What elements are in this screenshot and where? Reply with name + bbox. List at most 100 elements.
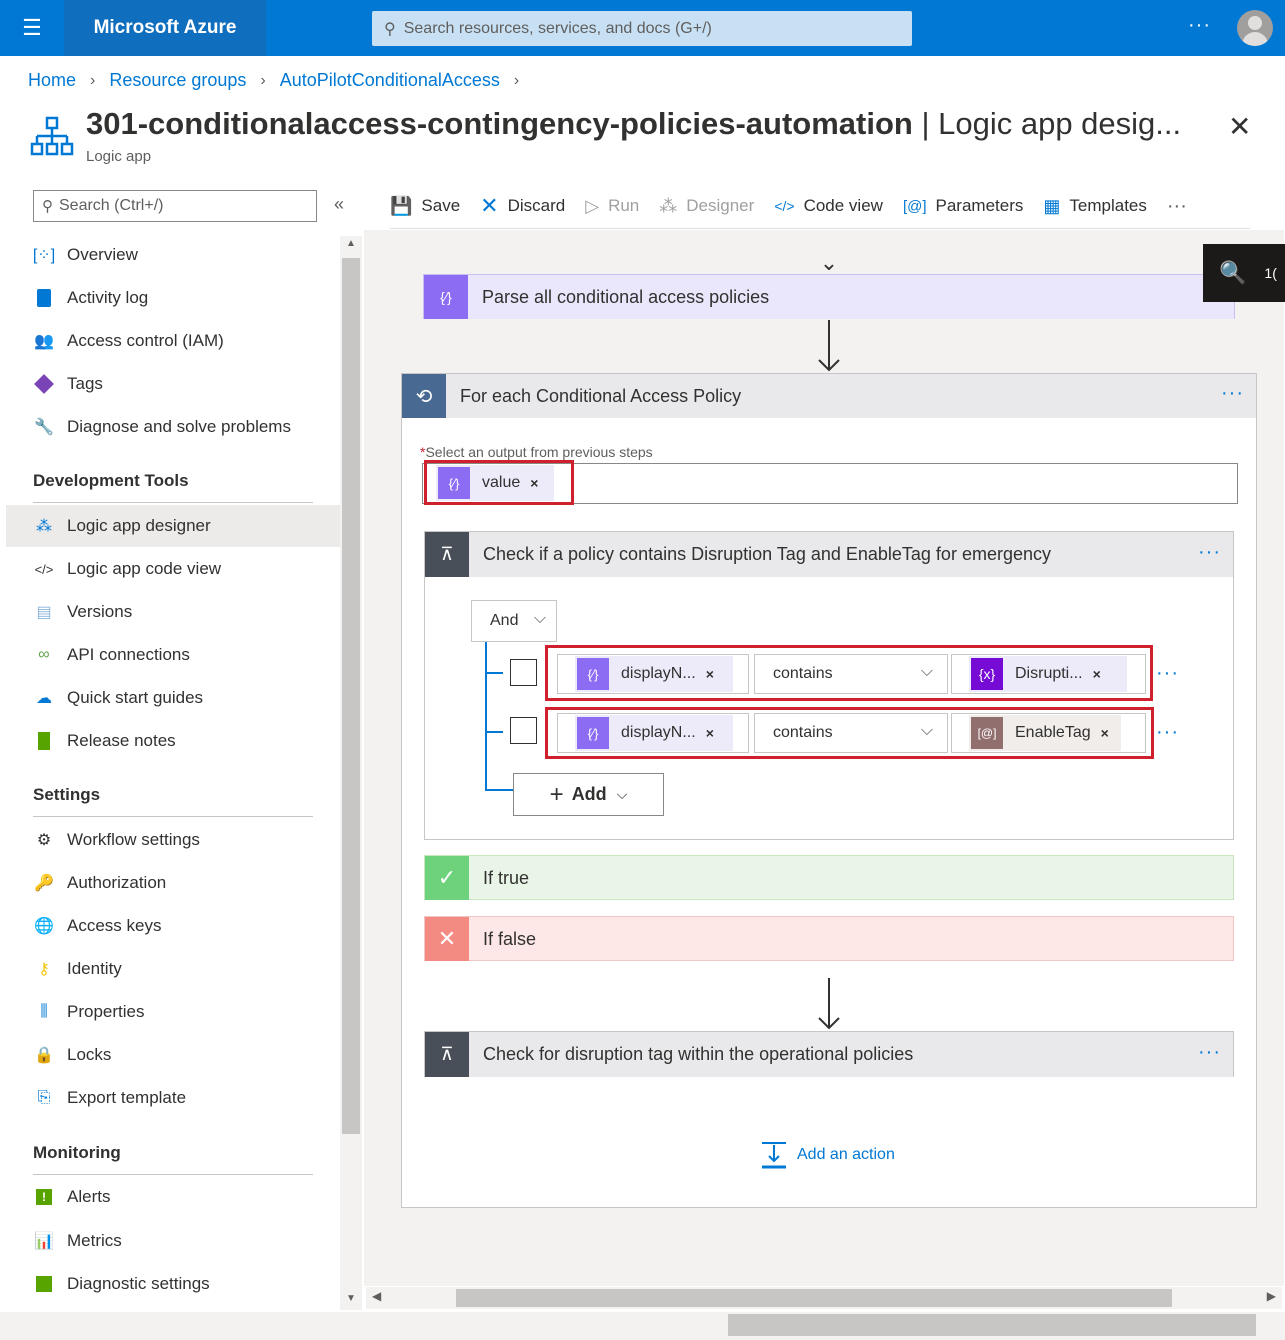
sidebar-item-release-notes[interactable]: Release notes	[6, 720, 340, 762]
discard-button[interactable]: ✕ Discard	[480, 193, 565, 219]
if-true-branch[interactable]: ✓ If true	[424, 855, 1234, 900]
scroll-right-icon[interactable]: ▶	[1267, 1289, 1276, 1303]
parse-step-header: {⁄} Parse all conditional access policie…	[424, 275, 1234, 319]
hamburger-menu-icon[interactable]: ☰	[0, 0, 64, 56]
scroll-up-icon[interactable]: ▲	[346, 238, 356, 249]
sidebar-item-properties[interactable]: ⫼ Properties	[6, 991, 340, 1033]
check-disruption-title: Check for disruption tag within the oper…	[483, 1044, 914, 1064]
logic-app-icon	[30, 116, 74, 156]
global-search-box[interactable]: ⚲	[372, 11, 912, 46]
if-true-header: ✓ If true	[425, 856, 1233, 900]
sidebar-item-diagnose[interactable]: 🔧 Diagnose and solve problems	[6, 406, 340, 448]
designer-icon: ⁂	[659, 195, 678, 216]
chevron-right-icon: ›	[260, 71, 266, 89]
top-more-button[interactable]: ···	[1188, 14, 1211, 37]
chevron-right-icon: ›	[513, 71, 520, 89]
sidebar-item-alerts[interactable]: ! Alerts	[6, 1176, 340, 1218]
if-false-branch[interactable]: ✕ If false	[424, 916, 1234, 961]
close-icon[interactable]: ✕	[1228, 110, 1251, 143]
row-more-button[interactable]: ···	[1156, 721, 1179, 744]
scroll-left-icon[interactable]: ◀	[372, 1289, 381, 1303]
global-search-input[interactable]	[403, 19, 884, 38]
sidebar-item-versions[interactable]: ▤ Versions	[6, 591, 340, 633]
condition-step-header[interactable]: ⊼ Check if a policy contains Disruption …	[425, 532, 1233, 577]
zoom-level: 1(	[1264, 265, 1277, 281]
flow-arrow-icon: ⌄	[819, 250, 839, 275]
run-icon: ▷	[585, 195, 600, 216]
brand-logo[interactable]: Microsoft Azure	[64, 0, 266, 56]
discard-icon: ✕	[480, 193, 499, 218]
search-icon: ⚲	[42, 198, 53, 215]
parameters-icon: [@]	[902, 197, 927, 215]
flow-arrow-icon	[818, 978, 840, 1030]
sidebar-item-iam[interactable]: 👥 Access control (IAM)	[6, 320, 340, 362]
foreach-step-header[interactable]: ⟲ For each Conditional Access Policy ···	[402, 374, 1256, 418]
and-or-select[interactable]: And ⌵	[471, 600, 557, 642]
condition-icon: ⊼	[425, 1032, 469, 1077]
scrollbar-thumb[interactable]	[456, 1289, 1172, 1307]
highlight-box	[424, 460, 574, 505]
tree-line	[485, 731, 503, 733]
designer-button[interactable]: ⁂ Designer	[659, 196, 754, 217]
tag-icon	[33, 373, 55, 395]
sidebar-item-code-view[interactable]: </> Logic app code view	[6, 548, 340, 590]
toolbar-more-button[interactable]: ···	[1167, 195, 1187, 218]
sidebar-item-locks[interactable]: 🔒 Locks	[6, 1034, 340, 1076]
canvas-horizontal-scrollbar[interactable]: ◀ ▶	[366, 1287, 1282, 1309]
code-view-button[interactable]: </> Code view	[774, 196, 883, 216]
run-button[interactable]: ▷ Run	[585, 196, 639, 217]
sidebar-item-logic-app-designer[interactable]: ⁂ Logic app designer	[6, 505, 340, 547]
check-disruption-step-card[interactable]: ⊼ Check for disruption tag within the op…	[424, 1031, 1234, 1077]
sidebar-item-authorization[interactable]: 🔑 Authorization	[6, 862, 340, 904]
divider	[390, 228, 1250, 229]
close-icon: ✕	[425, 917, 469, 961]
row-more-button[interactable]: ···	[1156, 662, 1179, 685]
templates-button[interactable]: ▦ Templates	[1043, 196, 1147, 217]
avatar[interactable]	[1237, 10, 1273, 46]
activity-log-icon	[33, 287, 55, 309]
condition-more-button[interactable]: ···	[1198, 541, 1221, 564]
zoom-control[interactable]: 🔍 1(	[1203, 244, 1285, 302]
foreach-more-button[interactable]: ···	[1221, 382, 1244, 405]
add-condition-button[interactable]: + Add ⌵	[513, 773, 664, 816]
sidebar-item-identity[interactable]: ⚷ Identity	[6, 948, 340, 990]
scrollbar-thumb[interactable]	[342, 258, 360, 1134]
zoom-in-icon[interactable]: 🔍	[1219, 260, 1246, 286]
breadcrumb-resource-group[interactable]: AutoPilotConditionalAccess	[280, 70, 500, 91]
scroll-down-icon[interactable]: ▼	[346, 1293, 356, 1304]
search-icon: ⚲	[384, 20, 396, 38]
if-false-header: ✕ If false	[425, 917, 1233, 961]
parse-step-card[interactable]: {⁄} Parse all conditional access policie…	[423, 274, 1235, 319]
iam-icon: 👥	[34, 333, 54, 350]
sidebar-item-workflow-settings[interactable]: ⚙ Workflow settings	[6, 819, 340, 861]
breadcrumb: Home › Resource groups › AutoPilotCondit…	[28, 70, 533, 91]
parse-json-icon: {⁄}	[424, 275, 468, 319]
add-action-button[interactable]: Add an action	[760, 1141, 895, 1169]
sidebar-search-input[interactable]	[59, 197, 299, 215]
condition-step-title: Check if a policy contains Disruption Ta…	[483, 544, 1051, 564]
breadcrumb-home[interactable]: Home	[28, 70, 76, 91]
sidebar-item-metrics[interactable]: 📊 Metrics	[6, 1220, 340, 1262]
sidebar-item-api-connections[interactable]: ∞ API connections	[6, 634, 340, 676]
sidebar-item-quick-start[interactable]: ☁ Quick start guides	[6, 677, 340, 719]
parameters-button[interactable]: [@] Parameters	[903, 196, 1023, 216]
sidebar-search-box[interactable]: ⚲	[33, 190, 317, 222]
scrollbar-thumb[interactable]	[728, 1314, 1256, 1336]
diagnostic-icon	[33, 1273, 55, 1295]
sidebar-item-tags[interactable]: Tags	[6, 363, 340, 405]
row-checkbox[interactable]	[510, 717, 537, 744]
sidebar-item-access-keys[interactable]: 🌐 Access keys	[6, 905, 340, 947]
add-action-label: Add an action	[797, 1146, 895, 1163]
save-button[interactable]: 💾 Save	[390, 196, 460, 217]
page-horizontal-scrollbar[interactable]	[0, 1312, 1285, 1340]
row-checkbox[interactable]	[510, 659, 537, 686]
key-icon: 🔑	[34, 875, 54, 892]
sidebar-scrollbar[interactable]: ▲ ▼	[340, 236, 362, 1310]
collapse-sidebar-icon[interactable]: «	[334, 194, 344, 215]
sidebar-item-activity-log[interactable]: Activity log	[6, 277, 340, 319]
breadcrumb-resource-groups[interactable]: Resource groups	[109, 70, 246, 91]
sidebar-item-export-template[interactable]: ⎘ Export template	[6, 1077, 340, 1119]
sidebar-item-overview[interactable]: [⁘] Overview	[6, 234, 340, 276]
check-disruption-more-button[interactable]: ···	[1198, 1041, 1221, 1064]
sidebar-item-diagnostic-settings[interactable]: Diagnostic settings	[6, 1263, 340, 1305]
